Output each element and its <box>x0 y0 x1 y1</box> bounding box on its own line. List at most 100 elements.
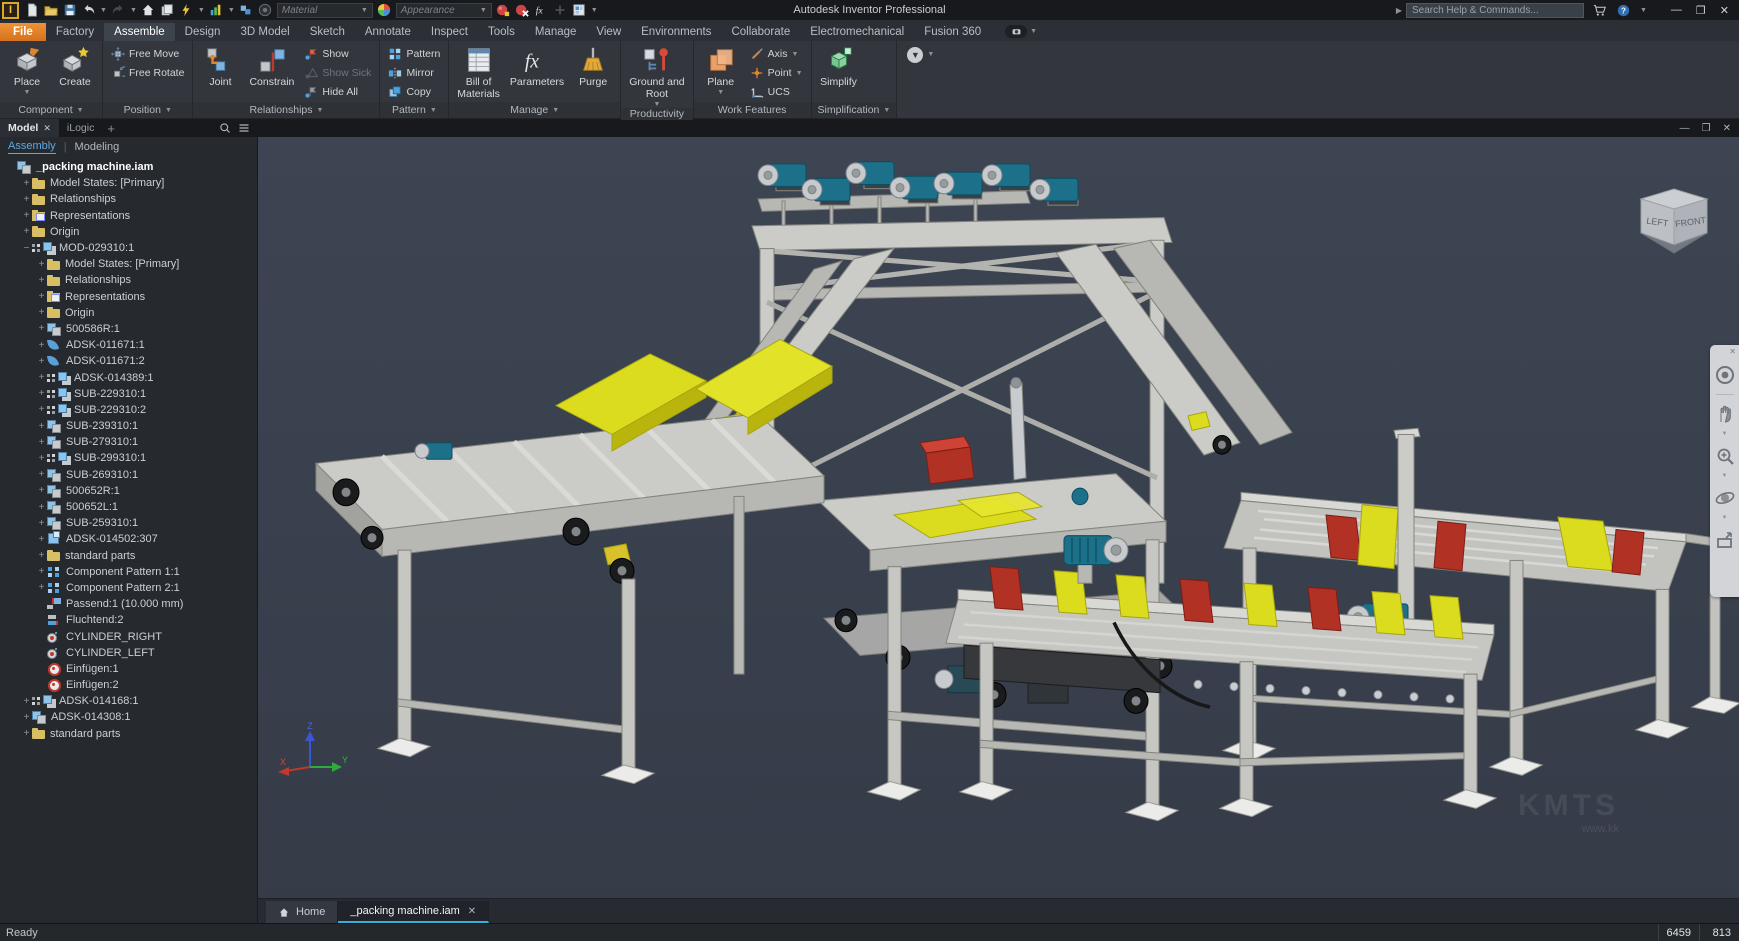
render-sphere-icon[interactable] <box>495 2 512 18</box>
tree-item-adsk-011671-2[interactable]: +ADSK-011671:2 <box>0 353 257 369</box>
expander-icon[interactable]: + <box>36 469 47 480</box>
panel-label-pattern[interactable]: Pattern▼ <box>380 102 448 118</box>
nav-wheel-dark-icon[interactable] <box>257 2 274 18</box>
expander-icon[interactable]: + <box>21 712 32 723</box>
expander-icon[interactable]: + <box>36 275 47 286</box>
ground-and-root-button[interactable]: Ground and Root▼ <box>625 43 688 108</box>
axis-button[interactable]: Axis▼ <box>746 45 807 63</box>
minimize-button[interactable]: — <box>1671 4 1682 17</box>
expander-icon[interactable]: + <box>21 696 32 707</box>
document-tab-home[interactable]: Home <box>266 901 338 923</box>
document-tab-packing-machine-iam[interactable]: _packing machine.iam✕ <box>338 901 489 923</box>
expander-icon[interactable]: + <box>36 582 47 593</box>
ribbon-tab-collaborate[interactable]: Collaborate <box>721 23 800 41</box>
appearance-combo[interactable]: Appearance ▼ <box>396 3 492 18</box>
redo-icon[interactable] <box>110 2 127 18</box>
expander-icon[interactable]: + <box>21 194 32 205</box>
ribbon-tab-file[interactable]: File <box>0 23 46 41</box>
constrain-button[interactable]: Constrain <box>245 43 298 88</box>
ribbon-tab-annotate[interactable]: Annotate <box>355 23 421 41</box>
home-icon[interactable] <box>140 2 157 18</box>
store-cart-icon[interactable] <box>1592 3 1608 17</box>
expander-icon[interactable]: + <box>36 453 47 464</box>
tree-item-component-pattern-2-1[interactable]: +Component Pattern 2:1 <box>0 580 257 596</box>
redo-caret-icon[interactable]: ▼ <box>130 7 137 14</box>
show-button[interactable]: Show <box>300 45 375 63</box>
tree-item-adsk-014502-307[interactable]: +ADSK-014502:307 <box>0 531 257 547</box>
tree-item-cylinder-left[interactable]: CYLINDER_LEFT <box>0 645 257 661</box>
panel-label-position[interactable]: Position▼ <box>103 102 192 118</box>
copy-button[interactable]: Copy <box>384 83 444 101</box>
save-icon[interactable] <box>61 2 78 18</box>
restore-button[interactable]: ❐ <box>1696 4 1706 17</box>
tree-item-sub-299310-1[interactable]: +SUB-299310:1 <box>0 450 257 466</box>
chart-caret-icon[interactable]: ▼ <box>228 7 235 14</box>
simplify-button[interactable]: Simplify <box>816 43 862 88</box>
expander-icon[interactable]: + <box>36 421 47 432</box>
chevron-down-icon[interactable]: ▼ <box>796 70 803 77</box>
tree-item-mod-029310-1[interactable]: −MOD-029310:1 <box>0 240 257 256</box>
tree-item-sub-229310-2[interactable]: +SUB-229310:2 <box>0 402 257 418</box>
ucs-button[interactable]: UCS <box>746 83 807 101</box>
tree-item-fluchtend-2[interactable]: Fluchtend:2 <box>0 612 257 628</box>
expander-icon[interactable]: + <box>36 502 47 513</box>
param-cubes-icon[interactable] <box>238 2 255 18</box>
doc-minimize-button[interactable]: — <box>1680 123 1690 134</box>
bill-of-materials-button[interactable]: Bill of Materials <box>453 43 504 100</box>
tree-item-einf-gen-1[interactable]: Einfügen:1 <box>0 661 257 677</box>
ribbon-tab-assemble[interactable]: Assemble <box>104 23 175 41</box>
ribbon-tab-sketch[interactable]: Sketch <box>300 23 355 41</box>
purge-button[interactable]: Purge <box>570 43 616 88</box>
doc-restore-button[interactable]: ❐ <box>1702 123 1711 134</box>
panel-tab-ilogic[interactable]: iLogic <box>59 119 102 137</box>
measure-lightning-caret-icon[interactable]: ▼ <box>198 7 205 14</box>
ribbon-tab-factory[interactable]: Factory <box>46 23 104 41</box>
ribbon-tab-inspect[interactable]: Inspect <box>421 23 478 41</box>
ribbon-tab-fusion-360[interactable]: Fusion 360 <box>914 23 991 41</box>
tree-item-standard-parts[interactable]: +standard parts <box>0 548 257 564</box>
undo-caret-icon[interactable]: ▼ <box>100 7 107 14</box>
tree-item-sub-279310-1[interactable]: +SUB-279310:1 <box>0 434 257 450</box>
plus-icon[interactable] <box>552 2 569 18</box>
tree-item-adsk-011671-1[interactable]: +ADSK-011671:1 <box>0 337 257 353</box>
tree-item-model-states-primary[interactable]: +Model States: [Primary] <box>0 256 257 272</box>
view-cube[interactable]: LEFT FRONT <box>1631 183 1717 255</box>
tree-item-adsk-014389-1[interactable]: +ADSK-014389:1 <box>0 369 257 385</box>
expander-icon[interactable]: + <box>36 307 47 318</box>
tree-item-relationships[interactable]: +Relationships <box>0 191 257 207</box>
expander-icon[interactable]: + <box>36 534 47 545</box>
tree-item-500652r-1[interactable]: +500652R:1 <box>0 483 257 499</box>
hide-all-button[interactable]: Hide All <box>300 83 375 101</box>
tree-item-component-pattern-1-1[interactable]: +Component Pattern 1:1 <box>0 564 257 580</box>
panel-label-relationships[interactable]: Relationships▼ <box>193 102 379 118</box>
render-sphere-off-icon[interactable] <box>514 2 531 18</box>
tool-caret-icon[interactable]: ▼ <box>1722 431 1728 437</box>
plane-button[interactable]: Plane▼ <box>698 43 744 96</box>
tree-item-500586r-1[interactable]: +500586R:1 <box>0 321 257 337</box>
expander-icon[interactable]: + <box>36 340 47 351</box>
fx-small-icon[interactable]: fx <box>533 2 550 18</box>
chevron-down-icon[interactable]: ▼ <box>717 89 724 96</box>
free-move-button[interactable]: Free Move <box>107 45 188 63</box>
new-file-icon[interactable] <box>23 2 40 18</box>
tree-item-adsk-014168-1[interactable]: +ADSK-014168:1 <box>0 693 257 709</box>
expander-icon[interactable]: + <box>21 728 32 739</box>
color-wheel-icon[interactable] <box>376 2 393 18</box>
tree-item-500652l-1[interactable]: +500652L:1 <box>0 499 257 515</box>
ribbon-options-icon[interactable]: ▼ <box>907 47 923 63</box>
pattern-button[interactable]: Pattern <box>384 45 444 63</box>
material-combo[interactable]: Material ▼ <box>277 3 373 18</box>
undo-icon[interactable] <box>80 2 97 18</box>
tree-item-standard-parts[interactable]: +standard parts <box>0 726 257 742</box>
mirror-button[interactable]: Mirror <box>384 64 444 82</box>
zoom-plus-icon[interactable] <box>1714 443 1736 469</box>
navbar-close-icon[interactable]: ✕ <box>1729 348 1736 356</box>
help-caret-icon[interactable]: ▼ <box>1640 7 1647 14</box>
panel-label-manage[interactable]: Manage▼ <box>449 102 620 118</box>
panel-label-component[interactable]: Component▼ <box>0 102 102 118</box>
expander-icon[interactable]: + <box>36 372 47 383</box>
3d-viewport[interactable]: LEFT FRONT ✕ ▼▼▼ Z X Y KMTS www.kk Home_… <box>258 137 1739 923</box>
tool-caret-icon[interactable]: ▼ <box>1722 515 1728 521</box>
expander-icon[interactable]: + <box>21 226 32 237</box>
expander-icon[interactable]: + <box>36 485 47 496</box>
